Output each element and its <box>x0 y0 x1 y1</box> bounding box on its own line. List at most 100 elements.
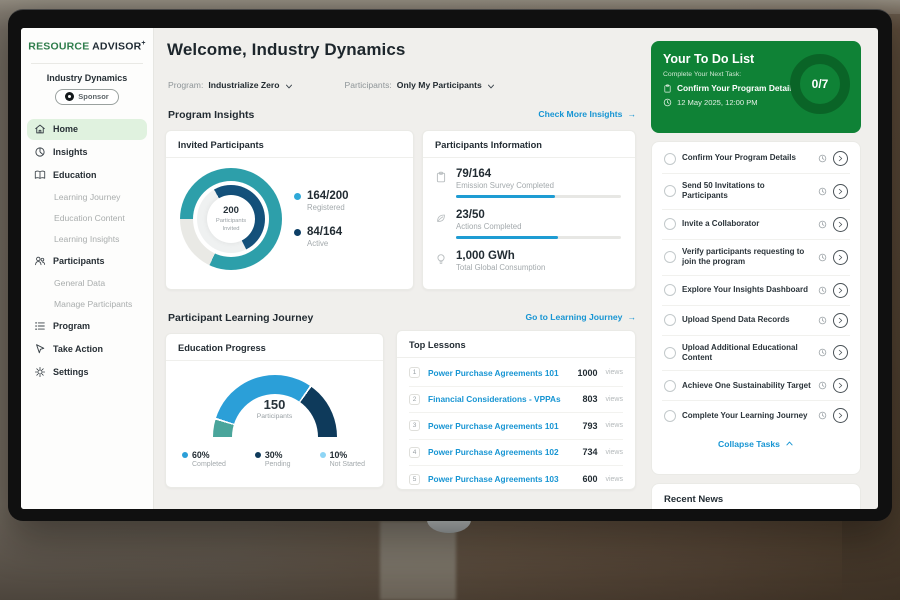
task-checkbox[interactable] <box>664 251 676 263</box>
go-to-learning-journey-link[interactable]: Go to Learning Journey → <box>525 312 636 322</box>
legend-not-started: 10% Not Started <box>320 450 365 468</box>
clock-icon <box>818 286 827 295</box>
chevron-down-icon <box>487 83 495 88</box>
chevron-right-icon[interactable] <box>833 184 848 199</box>
sidebar-item-insights[interactable]: Insights <box>27 142 147 163</box>
sidebar-item-manage-participants[interactable]: Manage Participants <box>27 295 147 314</box>
todo-progress-value: 0/7 <box>812 77 829 91</box>
sidebar-item-general-data[interactable]: General Data <box>27 274 147 293</box>
task-row-confirm-program[interactable]: Confirm Your Program Details <box>662 144 850 174</box>
chevron-right-icon[interactable] <box>833 151 848 166</box>
chevron-right-icon[interactable] <box>833 217 848 232</box>
task-checkbox[interactable] <box>664 153 676 165</box>
lesson-row[interactable]: 3 Power Purchase Agreements 101 793 view… <box>409 413 623 440</box>
task-row-explore-insights[interactable]: Explore Your Insights Dashboard <box>662 276 850 306</box>
todo-task-list: Confirm Your Program Details Send 50 Inv… <box>651 141 861 475</box>
monitor-stand-neck <box>380 521 456 600</box>
lesson-link[interactable]: Power Purchase Agreements 102 <box>428 447 574 457</box>
education-gauge-chart: 150 Participants <box>213 375 337 438</box>
gauge-center-label: Participants <box>213 413 337 420</box>
task-row-invite-collaborator[interactable]: Invite a Collaborator <box>662 210 850 240</box>
clock-icon <box>818 348 827 357</box>
chevron-right-icon[interactable] <box>833 345 848 360</box>
sidebar-item-education[interactable]: Education <box>27 165 147 186</box>
card-title: Top Lessons <box>397 331 635 358</box>
card-title: Participants Information <box>423 131 635 158</box>
legend-dot <box>255 452 261 458</box>
sidebar: RESOURCE ADVISOR+ Industry Dynamics Spon… <box>21 28 154 509</box>
rank-badge: 5 <box>409 474 420 485</box>
filters-row: Program: Industrialize Zero Participants… <box>168 80 495 90</box>
collapse-tasks-link[interactable]: Collapse Tasks <box>662 430 850 449</box>
lesson-link[interactable]: Power Purchase Agreements 103 <box>428 474 574 484</box>
sidebar-item-home[interactable]: Home <box>27 119 147 140</box>
task-row-complete-learning-journey[interactable]: Complete Your Learning Journey <box>662 401 850 430</box>
education-icon <box>34 169 46 181</box>
chevron-up-icon <box>785 441 794 447</box>
card-title: Invited Participants <box>166 131 413 158</box>
chevron-right-icon[interactable] <box>833 250 848 265</box>
lesson-row[interactable]: 4 Power Purchase Agreements 102 734 view… <box>409 440 623 467</box>
chevron-right-icon[interactable] <box>833 313 848 328</box>
task-row-send-invitations[interactable]: Send 50 Invitations to Participants <box>662 174 850 210</box>
sidebar-item-education-content[interactable]: Education Content <box>27 209 147 228</box>
page-title: Welcome, Industry Dynamics <box>167 40 405 60</box>
progress-track <box>456 236 621 239</box>
task-checkbox[interactable] <box>664 218 676 230</box>
arrow-right-icon: → <box>627 109 636 119</box>
actions-icon <box>435 209 448 239</box>
clock-icon <box>663 98 672 107</box>
task-checkbox[interactable] <box>664 284 676 296</box>
legend-pending: 30% Pending <box>255 450 291 468</box>
rank-badge: 2 <box>409 394 420 405</box>
education-progress-card: Education Progress 150 Participants 60% <box>165 333 384 488</box>
sponsor-icon <box>65 92 74 101</box>
legend-active: 84/164 Active <box>294 226 349 248</box>
participants-filter-dropdown[interactable]: Participants: Only My Participants <box>345 80 495 90</box>
learning-journey-heading: Participant Learning Journey <box>168 312 313 324</box>
lesson-link[interactable]: Financial Considerations - VPPAs <box>428 394 574 404</box>
lesson-link[interactable]: Power Purchase Agreements 101 <box>428 368 569 378</box>
app-logo: RESOURCE ADVISOR+ <box>21 28 153 53</box>
task-checkbox[interactable] <box>664 410 676 422</box>
program-filter-dropdown[interactable]: Program: Industrialize Zero <box>168 80 293 90</box>
photo-background: RESOURCE ADVISOR+ Industry Dynamics Spon… <box>0 0 900 600</box>
sidebar-item-settings[interactable]: Settings <box>27 362 147 383</box>
sidebar-item-program[interactable]: Program <box>27 316 147 337</box>
invited-participants-card: Invited Participants 200 Participants In… <box>165 130 414 290</box>
actions-completed-stat: 23/50 Actions Completed <box>435 209 621 239</box>
task-row-achieve-target[interactable]: Achieve One Sustainability Target <box>662 371 850 401</box>
task-row-verify-participants[interactable]: Verify participants requesting to join t… <box>662 240 850 276</box>
task-checkbox[interactable] <box>664 314 676 326</box>
top-lessons-card: Top Lessons 1 Power Purchase Agreements … <box>396 330 636 490</box>
invited-donut-chart: 200 Participants Invited <box>180 168 282 270</box>
task-row-upload-educational-content[interactable]: Upload Additional Educational Content <box>662 336 850 372</box>
chevron-right-icon[interactable] <box>833 283 848 298</box>
sponsor-badge[interactable]: Sponsor <box>55 89 119 105</box>
lesson-row[interactable]: 2 Financial Considerations - VPPAs 803 v… <box>409 387 623 414</box>
task-checkbox[interactable] <box>664 185 676 197</box>
todo-summary-card: Your To Do List Complete Your Next Task:… <box>651 41 861 133</box>
sidebar-item-learning-insights[interactable]: Learning Insights <box>27 230 147 249</box>
task-checkbox[interactable] <box>664 380 676 392</box>
rank-badge: 1 <box>409 367 420 378</box>
recent-news-heading: Recent News <box>652 484 860 509</box>
sidebar-item-take-action[interactable]: Take Action <box>27 339 147 360</box>
task-checkbox[interactable] <box>664 347 676 359</box>
legend-completed: 60% Completed <box>182 450 226 468</box>
progress-fill <box>456 236 558 239</box>
divider <box>31 63 143 64</box>
workspace-name: Industry Dynamics <box>21 73 153 83</box>
lesson-row[interactable]: 5 Power Purchase Agreements 103 600 view… <box>409 466 623 493</box>
sidebar-item-participants[interactable]: Participants <box>27 251 147 272</box>
settings-icon <box>34 366 46 378</box>
clock-icon <box>818 381 827 390</box>
chevron-right-icon[interactable] <box>833 408 848 423</box>
gauge-legend: 60% Completed 30% Pending 10% Not Starte… <box>166 438 383 468</box>
sidebar-item-learning-journey[interactable]: Learning Journey <box>27 188 147 207</box>
check-more-insights-link[interactable]: Check More Insights → <box>538 109 636 119</box>
lesson-row[interactable]: 1 Power Purchase Agreements 101 1000 vie… <box>409 360 623 387</box>
lesson-link[interactable]: Power Purchase Agreements 101 <box>428 421 574 431</box>
chevron-right-icon[interactable] <box>833 378 848 393</box>
task-row-upload-spend-data[interactable]: Upload Spend Data Records <box>662 306 850 336</box>
